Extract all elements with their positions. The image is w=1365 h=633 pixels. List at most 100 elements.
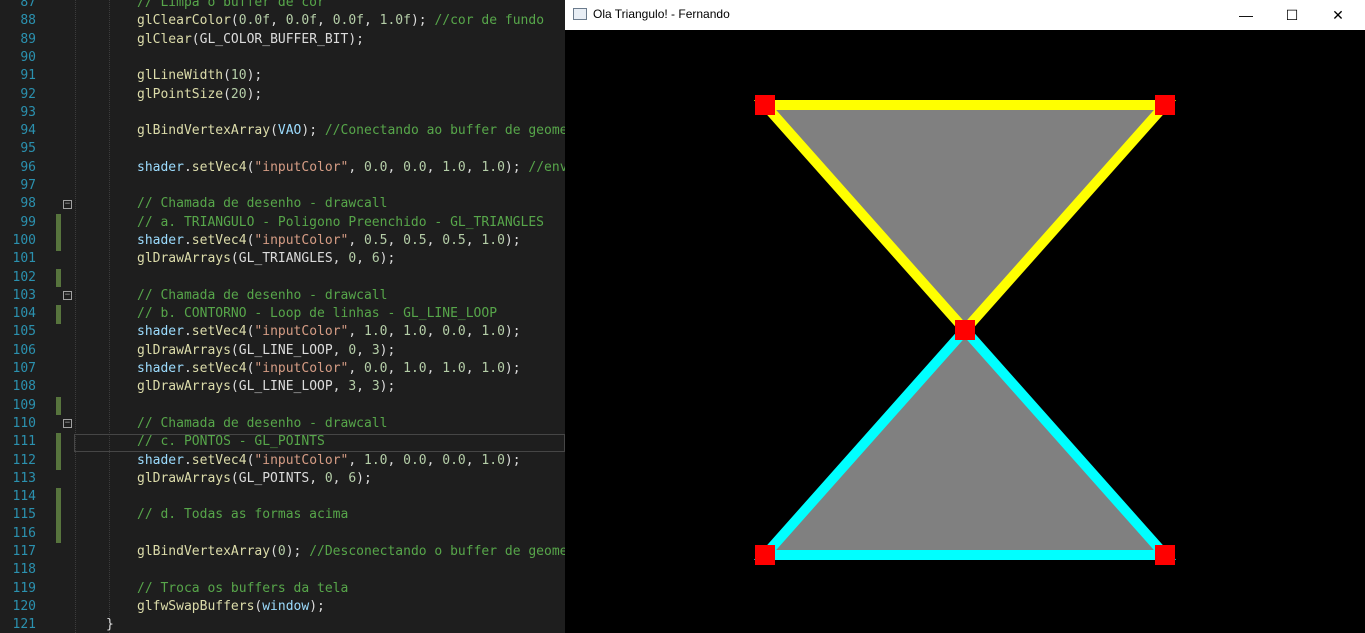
code-token: 1.0: [481, 452, 505, 468]
code-token: //envi: [528, 159, 565, 175]
collapse-icon[interactable]: −: [63, 199, 72, 209]
code-token: ,: [426, 361, 443, 376]
code-line[interactable]: // Chamada de desenho - drawcall: [137, 287, 387, 305]
code-token: // Chamada de desenho - drawcall: [137, 415, 388, 431]
code-line[interactable]: glDrawArrays(GL_POINTS, 0, 6);: [137, 470, 372, 488]
code-token: 0.0: [442, 452, 466, 468]
code-token: shader: [137, 361, 184, 376]
code-token: 0.0f: [238, 13, 271, 29]
window-titlebar[interactable]: Ola Triangulo! - Fernando — ☐ ✕: [565, 0, 1365, 30]
code-token: 0: [348, 251, 357, 267]
code-line[interactable]: shader.setVec4("inputColor", 1.0, 1.0, 0…: [137, 323, 521, 341]
change-marker: [56, 488, 61, 507]
code-token: ,: [348, 361, 364, 376]
code-token: );: [379, 342, 396, 358]
code-token: ,: [387, 232, 404, 248]
code-line[interactable]: }: [106, 616, 114, 633]
code-token: setVec4: [191, 452, 247, 468]
code-line[interactable]: // Limpa o buffer de cor: [137, 0, 325, 12]
code-line[interactable]: glLineWidth(10);: [137, 67, 262, 85]
line-number: 88: [20, 13, 36, 29]
code-line[interactable]: glPointSize(20);: [137, 86, 262, 104]
collapse-icon[interactable]: −: [63, 291, 72, 301]
code-line[interactable]: shader.setVec4("inputColor", 0.5, 0.5, 0…: [137, 232, 521, 250]
code-token: 1.0: [403, 324, 427, 340]
code-token: setVec4: [191, 159, 247, 175]
line-number: 95: [20, 141, 36, 157]
code-token: 1.0: [481, 361, 505, 376]
line-number: 96: [20, 159, 36, 175]
code-line[interactable]: glClearColor(0.0f, 0.0f, 0.0f, 1.0f); //…: [137, 12, 544, 30]
close-icon: ✕: [1332, 6, 1344, 23]
code-line[interactable]: shader.setVec4("inputColor", 1.0, 0.0, 0…: [137, 452, 521, 470]
code-token: ,: [317, 13, 333, 29]
code-token: 6: [371, 251, 380, 267]
code-line[interactable]: // Troca os buffers da tela: [137, 580, 348, 598]
change-marker: [56, 451, 61, 471]
line-number: 103: [12, 287, 36, 303]
code-token: 3: [348, 379, 357, 395]
line-number: 98: [20, 196, 36, 212]
code-line[interactable]: shader.setVec4("inputColor", 0.0, 0.0, 1…: [137, 159, 565, 177]
code-token: 0: [324, 470, 333, 486]
code-token: // Chamada de desenho - drawcall: [137, 287, 388, 303]
change-marker: [56, 433, 61, 452]
code-line[interactable]: // Chamada de desenho - drawcall: [137, 195, 387, 213]
code-token: 1.0: [481, 324, 505, 340]
code-token: ,: [426, 452, 443, 468]
vertex-point-1: [1155, 95, 1175, 115]
code-token: 0.5: [364, 232, 388, 248]
code-token: //Desconectando o buffer de geomet: [309, 544, 565, 559]
code-token: 0.5: [442, 232, 466, 248]
line-number: 112: [12, 452, 36, 468]
code-token: glfwSwapBuffers: [137, 598, 255, 614]
code-line[interactable]: glClear(GL_COLOR_BUFFER_BIT);: [137, 31, 364, 49]
code-line[interactable]: // a. TRIANGULO - Poligono Preenchido - …: [137, 214, 544, 232]
code-token: glDrawArrays: [137, 251, 231, 267]
line-number: 99: [20, 214, 36, 230]
maximize-button[interactable]: ☐: [1269, 0, 1315, 30]
vertex-point-3: [755, 545, 775, 565]
vertex-point-0: [755, 95, 775, 115]
code-token: glDrawArrays: [137, 379, 231, 395]
code-token: 20: [230, 86, 247, 102]
code-line[interactable]: // b. CONTORNO - Loop de linhas - GL_LIN…: [137, 305, 497, 323]
line-number: 100: [12, 232, 36, 248]
minimize-button[interactable]: —: [1223, 0, 1269, 30]
code-line[interactable]: glfwSwapBuffers(window);: [137, 598, 325, 616]
code-token: }: [106, 617, 114, 633]
code-line[interactable]: // Chamada de desenho - drawcall: [137, 415, 387, 433]
line-number: 102: [12, 269, 36, 285]
code-editor[interactable]: 87 // Limpa o buffer de cor 88 glClearColor…: [0, 0, 565, 633]
close-button[interactable]: ✕: [1315, 0, 1361, 30]
code-token: 0.0f: [332, 13, 364, 29]
code-line[interactable]: // c. PONTOS - GL_POINTS: [137, 433, 325, 451]
code-line[interactable]: glBindVertexArray(VAO); //Conectando ao …: [137, 122, 565, 140]
line-number: 113: [12, 470, 36, 486]
change-marker: [56, 396, 61, 416]
code-token: "inputColor": [254, 232, 349, 248]
line-number: 97: [20, 178, 36, 193]
code-line[interactable]: glDrawArrays(GL_LINE_LOOP, 0, 3);: [137, 342, 395, 360]
code-token: 1.0: [442, 159, 466, 175]
code-token: );: [504, 324, 521, 340]
code-line[interactable]: // d. Todas as formas acima: [137, 506, 348, 524]
code-token: ,: [465, 452, 482, 468]
code-token: ,: [356, 379, 372, 395]
code-token: ,: [387, 159, 404, 175]
code-token: ,: [364, 13, 380, 29]
code-token: shader: [137, 159, 184, 175]
code-token: VAO: [277, 123, 302, 139]
code-token: .: [183, 324, 192, 340]
code-line[interactable]: glDrawArrays(GL_LINE_LOOP, 3, 3);: [137, 378, 395, 396]
code-token: ,: [465, 361, 482, 376]
code-line[interactable]: shader.setVec4("inputColor", 0.0, 1.0, 1…: [137, 360, 521, 378]
code-token: );: [356, 470, 372, 486]
code-token: 3: [371, 342, 380, 358]
collapse-icon[interactable]: −: [63, 419, 72, 429]
code-token: 0: [277, 544, 286, 559]
code-line[interactable]: glBindVertexArray(0); //Desconectando o …: [137, 543, 565, 561]
opengl-window[interactable]: Ola Triangulo! - Fernando — ☐ ✕: [565, 0, 1365, 633]
minimize-icon: —: [1239, 7, 1253, 23]
code-line[interactable]: glDrawArrays(GL_TRIANGLES, 0, 6);: [137, 250, 395, 268]
